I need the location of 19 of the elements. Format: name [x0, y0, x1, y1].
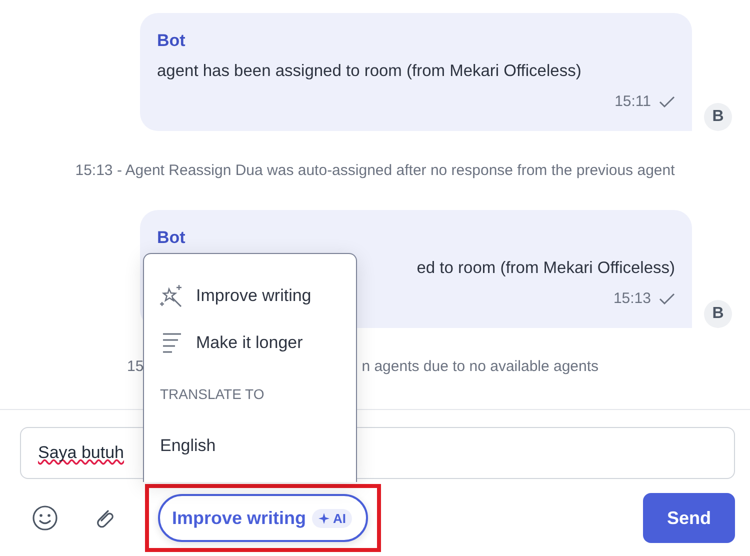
- sender-name: Bot: [157, 31, 186, 51]
- sparkle-icon: [318, 512, 332, 524]
- system-message: 15:13 - Agent Reassign Dua was auto-assigned after no response from the previous agent: [75, 162, 675, 179]
- message-text: ed to room (from Mekari Officeless): [416, 259, 675, 277]
- message-time: 15:11: [614, 93, 651, 110]
- menu-item[interactable]: Make it longer: [144, 319, 356, 366]
- message-time: 15:13: [613, 290, 651, 307]
- message-text: agent has been assigned to room (from Mekari Officeless): [157, 62, 582, 80]
- improve-writing-button[interactable]: Improve writing AI: [158, 494, 368, 542]
- menu-item[interactable]: Improve writing: [144, 272, 356, 319]
- sender-name: Bot: [157, 228, 186, 248]
- avatar: B: [704, 300, 732, 328]
- send-button[interactable]: Send: [643, 493, 735, 543]
- menu-section-header: TRANSLATE TO: [159, 385, 266, 404]
- system-message: n agents due to no available agents: [362, 358, 599, 375]
- emoji-icon[interactable]: [32, 505, 58, 531]
- ai-badge: AI: [312, 508, 352, 528]
- avatar: B: [704, 103, 732, 131]
- system-message: 15: [127, 358, 144, 375]
